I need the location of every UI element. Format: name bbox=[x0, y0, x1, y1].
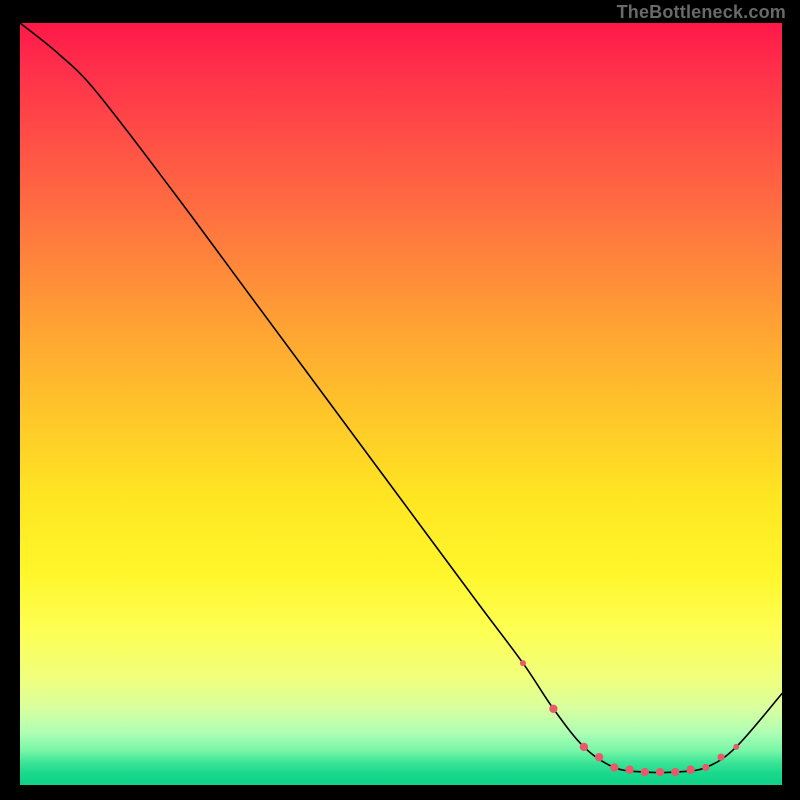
marker-group bbox=[520, 660, 739, 776]
marker-dot bbox=[625, 766, 633, 774]
chart-stage: TheBottleneck.com bbox=[0, 0, 800, 800]
marker-dot bbox=[733, 744, 739, 750]
marker-dot bbox=[595, 753, 603, 761]
plot-area bbox=[20, 23, 782, 785]
marker-dot bbox=[671, 768, 679, 776]
curve-line bbox=[20, 23, 782, 773]
marker-dot bbox=[702, 764, 709, 771]
marker-dot bbox=[717, 754, 724, 761]
marker-dot bbox=[549, 705, 557, 713]
marker-dot bbox=[520, 660, 526, 666]
credit-text: TheBottleneck.com bbox=[617, 2, 786, 23]
marker-dot bbox=[686, 766, 694, 774]
marker-dot bbox=[610, 763, 618, 771]
marker-dot bbox=[641, 768, 649, 776]
curve-svg bbox=[20, 23, 782, 785]
marker-dot bbox=[580, 743, 588, 751]
marker-dot bbox=[656, 768, 664, 776]
